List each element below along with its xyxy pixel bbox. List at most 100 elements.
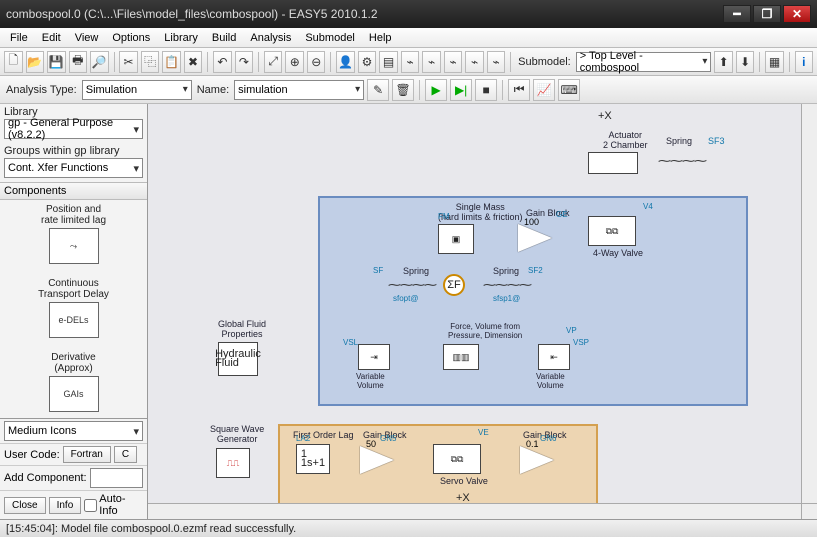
fit-icon[interactable]: ⤢: [264, 51, 283, 73]
gn5-tag: GN5: [380, 434, 396, 443]
force-vol-block[interactable]: ▥▥: [443, 344, 479, 370]
actuator-label: Actuator 2 Chamber: [603, 130, 648, 150]
name-label: Name:: [195, 84, 231, 96]
single-mass-block[interactable]: ▣: [438, 224, 474, 254]
menu-submodel[interactable]: Submodel: [299, 30, 361, 46]
vsp-tag: VSP: [573, 338, 589, 347]
minimize-button[interactable]: ━: [723, 5, 751, 23]
servo-valve-block[interactable]: ⧉⧉: [433, 444, 481, 474]
spring-r-label: Spring: [493, 266, 519, 276]
stop-icon[interactable]: ■: [475, 79, 497, 101]
titlebar: combospool.0 (C:\...\Files\model_files\c…: [0, 0, 817, 28]
library-select[interactable]: gp - General Purpose (v8.2.2): [4, 119, 143, 139]
menu-library[interactable]: Library: [158, 30, 204, 46]
submodel-select[interactable]: > Top Level - combospool: [576, 52, 712, 72]
edit-analysis-icon[interactable]: ✎: [367, 79, 389, 101]
axis-label: +X: [598, 110, 612, 122]
open-icon[interactable]: 📂: [26, 51, 45, 73]
user-code-fortran[interactable]: Fortran: [63, 446, 111, 463]
add-comp-label: Add Component:: [4, 472, 87, 484]
force-vol-label: Force, Volume from Pressure, Dimension: [448, 322, 522, 340]
square-wave-block[interactable]: ⎍⎍: [216, 448, 250, 478]
model-canvas[interactable]: +X Actuator 2 Chamber Spring ⁓⁓⁓⁓ SF3 Si…: [148, 104, 817, 519]
zoom-out-icon[interactable]: ⊖: [307, 51, 326, 73]
v-scroll[interactable]: [801, 104, 817, 503]
run-icon[interactable]: 👤: [336, 51, 355, 73]
menu-build[interactable]: Build: [206, 30, 242, 46]
save-icon[interactable]: 💾: [47, 51, 66, 73]
sf1-sub: sfopt@: [393, 294, 418, 303]
scroll-corner: [801, 503, 817, 519]
square-wave-label: Square Wave Generator: [210, 424, 264, 444]
grid-icon[interactable]: ▦: [765, 51, 784, 73]
info-button[interactable]: Info: [49, 497, 82, 514]
sf3-tag: SF3: [708, 136, 725, 146]
servo-label: Servo Valve: [440, 476, 488, 486]
component-list[interactable]: Position and rate limited lag ⤳ Continuo…: [0, 200, 147, 418]
step-icon[interactable]: ▶|: [450, 79, 472, 101]
maximize-button[interactable]: ❐: [753, 5, 781, 23]
groups-label: Groups within gp library: [0, 143, 147, 157]
var-vol-label-l: Variable Volume: [356, 372, 385, 390]
component-item[interactable]: Continuous Transport Delay e-DELs: [4, 278, 143, 338]
component-item[interactable]: Position and rate limited lag ⤳: [4, 204, 143, 264]
cut-icon[interactable]: ✂: [119, 51, 138, 73]
close-button[interactable]: ✕: [783, 5, 811, 23]
var-vol-label-r: Variable Volume: [536, 372, 565, 390]
rewind-icon[interactable]: ⏮: [508, 79, 530, 101]
groups-select[interactable]: Cont. Xfer Functions: [4, 158, 143, 178]
spring-r-icon: ⁓⁓⁓⁓: [483, 278, 531, 293]
print-icon[interactable]: 🖶: [69, 51, 88, 73]
icon-size-select[interactable]: Medium Icons: [4, 421, 143, 441]
info-icon[interactable]: i: [795, 51, 814, 73]
paste-icon[interactable]: 📋: [162, 51, 181, 73]
user-code-c[interactable]: C: [114, 446, 137, 463]
gear-icon[interactable]: ⚙: [358, 51, 377, 73]
tool-icon[interactable]: ⌁: [401, 51, 420, 73]
up-icon[interactable]: ⬆: [714, 51, 733, 73]
var-vol-right[interactable]: ⇤: [538, 344, 570, 370]
analysis-type-select[interactable]: Simulation: [82, 80, 192, 100]
menu-view[interactable]: View: [69, 30, 105, 46]
global-fluid-block[interactable]: Hydraulic Fluid: [218, 342, 258, 376]
undo-icon[interactable]: ↶: [213, 51, 232, 73]
valve4-block[interactable]: ⧉⧉: [588, 216, 636, 246]
delete-icon[interactable]: ✖: [184, 51, 203, 73]
tool5-icon[interactable]: ⌁: [487, 51, 506, 73]
gn6-tag: GN6: [540, 434, 556, 443]
menu-options[interactable]: Options: [106, 30, 156, 46]
sigma-f-block[interactable]: ΣF: [443, 274, 465, 296]
ge-tag: GE: [556, 210, 568, 219]
actuator-block[interactable]: [588, 152, 638, 174]
close-sidebar-button[interactable]: Close: [4, 497, 46, 514]
var-vol-left[interactable]: ⇥: [358, 344, 390, 370]
find-icon[interactable]: 🔎: [90, 51, 109, 73]
valve4-label: 4-Way Valve: [593, 248, 643, 258]
tool4-icon[interactable]: ⌁: [465, 51, 484, 73]
first-order-block[interactable]: 1 1s+1: [296, 444, 330, 474]
autoinfo-check[interactable]: Auto-Info: [84, 493, 143, 517]
remove-analysis-icon[interactable]: 🗑: [392, 79, 414, 101]
chart-icon[interactable]: ▤: [379, 51, 398, 73]
down-icon[interactable]: ⬇: [736, 51, 755, 73]
menu-help[interactable]: Help: [363, 30, 398, 46]
new-icon[interactable]: 🗋: [4, 51, 23, 73]
h-scroll[interactable]: [148, 503, 801, 519]
redo-icon[interactable]: ↷: [235, 51, 254, 73]
spring-l-label: Spring: [403, 266, 429, 276]
play-icon[interactable]: ▶: [425, 79, 447, 101]
plot-icon[interactable]: 📈: [533, 79, 555, 101]
copy-icon[interactable]: ⿻: [141, 51, 160, 73]
global-fluid-label: Global Fluid Properties: [218, 319, 266, 339]
component-item[interactable]: Derivative (Approx) GAIs: [4, 352, 143, 412]
analysis-name-select[interactable]: simulation: [234, 80, 364, 100]
tool2-icon[interactable]: ⌁: [422, 51, 441, 73]
menu-analysis[interactable]: Analysis: [244, 30, 297, 46]
monitor-icon[interactable]: ⌨: [558, 79, 580, 101]
zoom-in-icon[interactable]: ⊕: [285, 51, 304, 73]
tool3-icon[interactable]: ⌁: [444, 51, 463, 73]
add-comp-input[interactable]: [90, 468, 143, 488]
menu-edit[interactable]: Edit: [36, 30, 67, 46]
ve-tag: VE: [478, 428, 489, 437]
menu-file[interactable]: File: [4, 30, 34, 46]
